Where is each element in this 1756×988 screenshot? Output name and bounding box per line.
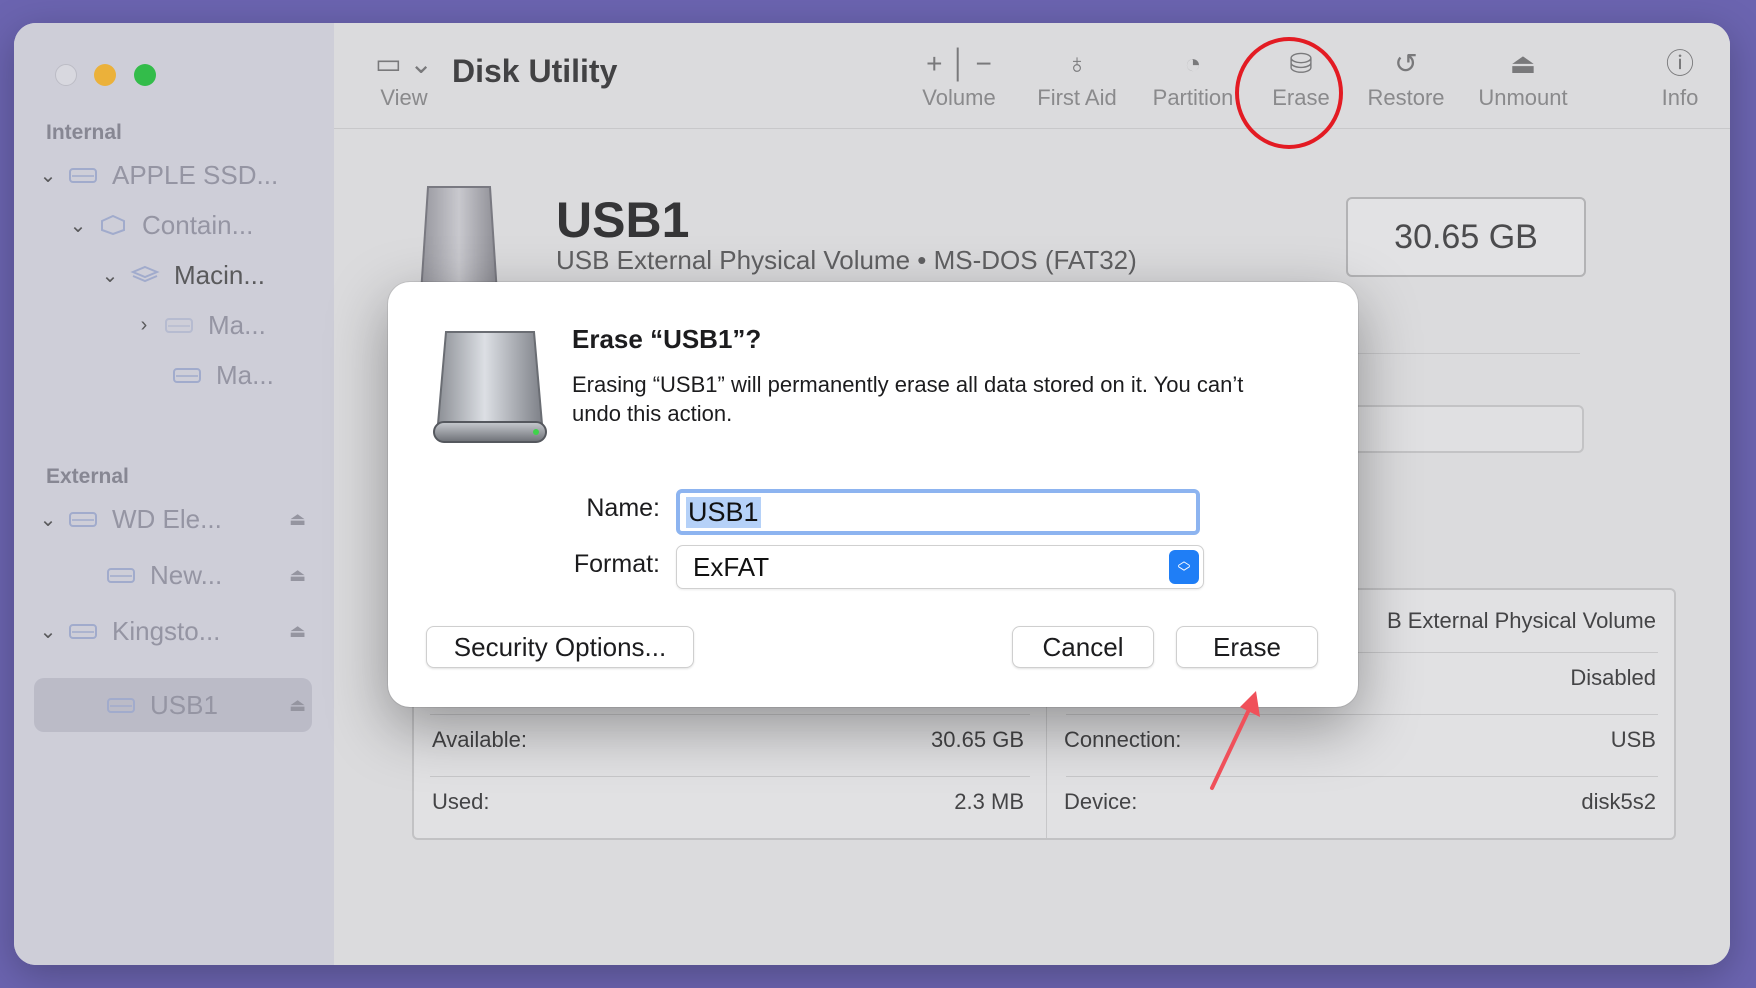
annotation-arrow-icon bbox=[1210, 691, 1260, 790]
dialog-title: Erase “USB1”? bbox=[572, 324, 762, 354]
annotation-circle bbox=[1235, 37, 1343, 149]
format-select[interactable]: ExFAT ︿ ﹀ bbox=[676, 545, 1204, 589]
name-label: Name: bbox=[586, 494, 660, 522]
security-options-button[interactable]: Security Options... bbox=[426, 626, 694, 668]
name-input-value[interactable]: USB1 bbox=[686, 496, 761, 528]
cancel-button[interactable]: Cancel bbox=[1012, 626, 1154, 668]
erase-button[interactable]: Erase bbox=[1176, 626, 1318, 668]
name-input[interactable]: USB1 bbox=[676, 489, 1200, 535]
erase-dialog: Erase “USB1”? Erasing “USB1” will perman… bbox=[388, 282, 1358, 707]
dialog-message: Erasing “USB1” will permanently erase al… bbox=[572, 372, 1244, 426]
drive-icon bbox=[433, 331, 547, 443]
format-select-value: ExFAT bbox=[693, 551, 770, 582]
format-label: Format: bbox=[573, 550, 660, 578]
chevron-up-down-icon[interactable]: ︿ ﹀ bbox=[1169, 550, 1199, 584]
